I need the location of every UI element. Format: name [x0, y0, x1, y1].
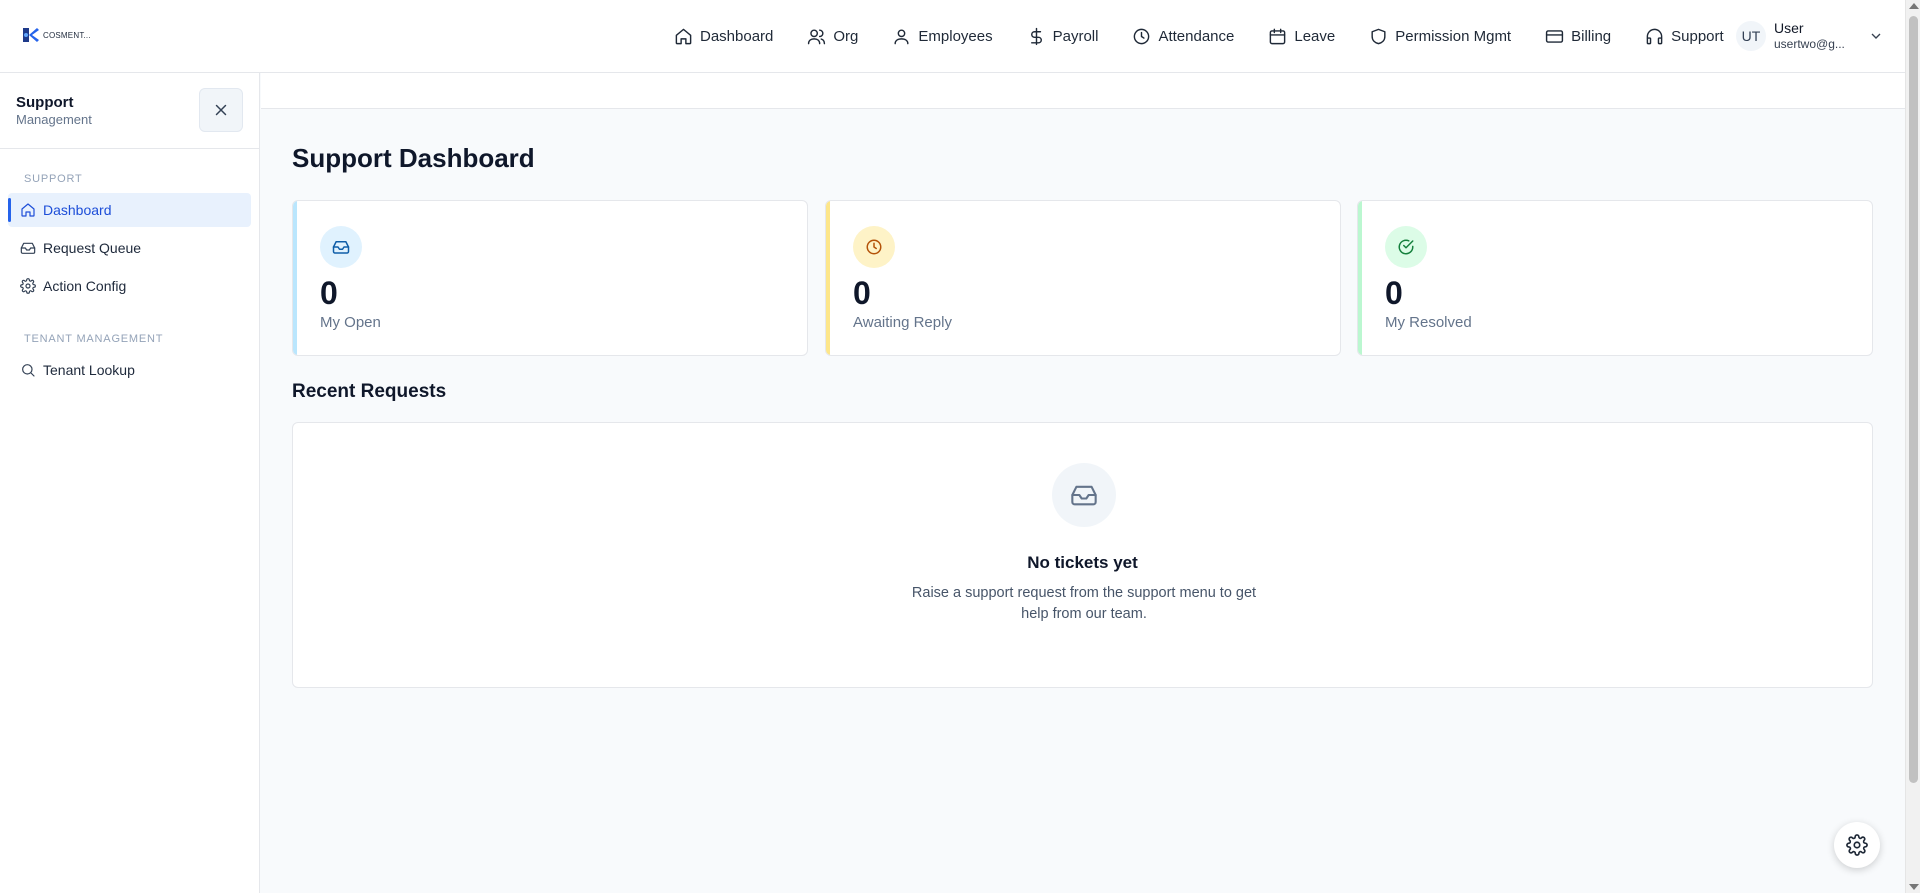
- recent-requests-title: Recent Requests: [292, 381, 447, 402]
- nav-label: Org: [833, 28, 859, 45]
- nav-label: Dashboard: [700, 28, 774, 45]
- sidebar-item-dashboard[interactable]: Dashboard: [8, 193, 251, 227]
- scrollbar-thumb[interactable]: [1909, 16, 1918, 783]
- stat-label: Awaiting Reply: [853, 314, 952, 331]
- nav-label: Billing: [1571, 28, 1612, 45]
- app-logo[interactable]: COSMENT...: [22, 26, 91, 44]
- gear-icon: [1846, 834, 1868, 856]
- stat-card-my-resolved: 0 My Resolved: [1357, 200, 1873, 356]
- section-label-tenant-management: TENANT MANAGEMENT: [24, 333, 164, 345]
- scroll-up-arrow-icon[interactable]: [1909, 3, 1919, 9]
- stat-label: My Open: [320, 314, 381, 331]
- page-title: Support Dashboard: [292, 143, 535, 173]
- nav-label: Leave: [1294, 28, 1336, 45]
- nav-support[interactable]: Support: [1645, 27, 1724, 46]
- top-navbar: COSMENT... Dashboard Org Employees Payro…: [0, 0, 1905, 73]
- stat-accent-bar: [826, 201, 830, 355]
- sidebar-title: Support: [16, 94, 74, 111]
- nav-attendance[interactable]: Attendance: [1132, 27, 1234, 46]
- stat-card-my-open: 0 My Open: [292, 200, 808, 356]
- check-circle-icon: [1398, 239, 1414, 255]
- user-menu[interactable]: UT User usertwo@g...: [1736, 20, 1881, 52]
- stat-icon-wrap: [853, 226, 895, 268]
- user-info: User usertwo@g...: [1774, 20, 1845, 52]
- stat-value: 0: [853, 275, 871, 311]
- sidebar-header: Support Management: [0, 73, 259, 149]
- sidebar-item-label: Tenant Lookup: [43, 362, 135, 378]
- nav-permission-mgmt[interactable]: Permission Mgmt: [1369, 27, 1511, 46]
- content-header-strip: [261, 73, 1905, 109]
- stat-label: My Resolved: [1385, 314, 1472, 331]
- dollar-icon: [1030, 27, 1042, 46]
- logo-text: COSMENT...: [43, 30, 91, 40]
- stat-icon-wrap: [1385, 226, 1427, 268]
- stat-accent-bar: [293, 201, 297, 355]
- scroll-down-arrow-icon[interactable]: [1909, 884, 1919, 890]
- avatar: UT: [1736, 21, 1766, 51]
- settings-fab-button[interactable]: [1834, 822, 1880, 868]
- user-email: usertwo@g...: [1774, 37, 1845, 51]
- nav-label: Payroll: [1052, 28, 1099, 45]
- nav-label: Permission Mgmt: [1395, 28, 1512, 45]
- page-scrollbar[interactable]: [1905, 0, 1920, 893]
- nav-dashboard[interactable]: Dashboard: [674, 27, 773, 46]
- gear-icon: [20, 278, 36, 294]
- recent-requests-card: No tickets yet Raise a support request f…: [292, 422, 1873, 688]
- search-icon: [22, 364, 35, 377]
- sidebar-item-label: Action Config: [43, 278, 127, 294]
- stat-card-awaiting-reply: 0 Awaiting Reply: [825, 200, 1341, 356]
- chevron-down-icon: [1871, 33, 1881, 39]
- stat-value: 0: [1385, 275, 1403, 311]
- empty-state-text: Raise a support request from the support…: [911, 585, 1257, 622]
- nav-label: Support: [1671, 28, 1724, 45]
- stat-accent-bar: [1358, 201, 1362, 355]
- stat-icon-wrap: [320, 226, 362, 268]
- users-icon: [808, 29, 826, 45]
- credit-card-icon: [1545, 30, 1564, 43]
- nav-payroll[interactable]: Payroll: [1027, 27, 1099, 46]
- nav-label: Employees: [918, 28, 993, 45]
- close-icon: [215, 104, 227, 116]
- sidebar-subtitle: Management: [16, 112, 92, 127]
- home-icon: [675, 28, 692, 45]
- empty-state-icon-wrap: [1052, 463, 1116, 527]
- nav-billing[interactable]: Billing: [1545, 27, 1611, 46]
- nav-label: Attendance: [1158, 28, 1235, 45]
- empty-state-title: No tickets yet: [1027, 553, 1138, 572]
- user-icon: [894, 29, 909, 45]
- main-nav: Dashboard Org Employees Payroll Attendan…: [674, 0, 1758, 73]
- stat-value: 0: [320, 275, 338, 311]
- section-label-support: SUPPORT: [24, 173, 83, 185]
- calendar-icon: [1270, 28, 1286, 45]
- sidebar-close-button[interactable]: [199, 88, 243, 132]
- sidebar-item-request-queue[interactable]: Request Queue: [8, 231, 251, 265]
- nav-org[interactable]: Org: [807, 27, 858, 46]
- home-icon: [21, 203, 35, 217]
- sidebar-item-action-config[interactable]: Action Config: [8, 269, 251, 303]
- inbox-icon: [332, 241, 350, 254]
- sidebar-item-tenant-lookup[interactable]: Tenant Lookup: [8, 353, 251, 387]
- sidebar: Support Management SUPPORT Dashboard Req…: [0, 73, 260, 893]
- nav-employees[interactable]: Employees: [892, 27, 993, 46]
- clock-icon: [1134, 28, 1150, 45]
- inbox-icon: [20, 242, 36, 254]
- inbox-icon: [1071, 485, 1097, 506]
- sidebar-item-label: Dashboard: [43, 202, 112, 218]
- nav-leave[interactable]: Leave: [1268, 27, 1335, 46]
- user-name: User: [1774, 20, 1804, 36]
- clock-icon: [866, 239, 882, 255]
- shield-icon: [1371, 28, 1386, 45]
- sidebar-item-label: Request Queue: [43, 240, 142, 256]
- headphones-icon: [1646, 28, 1663, 45]
- logo-icon: [23, 28, 39, 42]
